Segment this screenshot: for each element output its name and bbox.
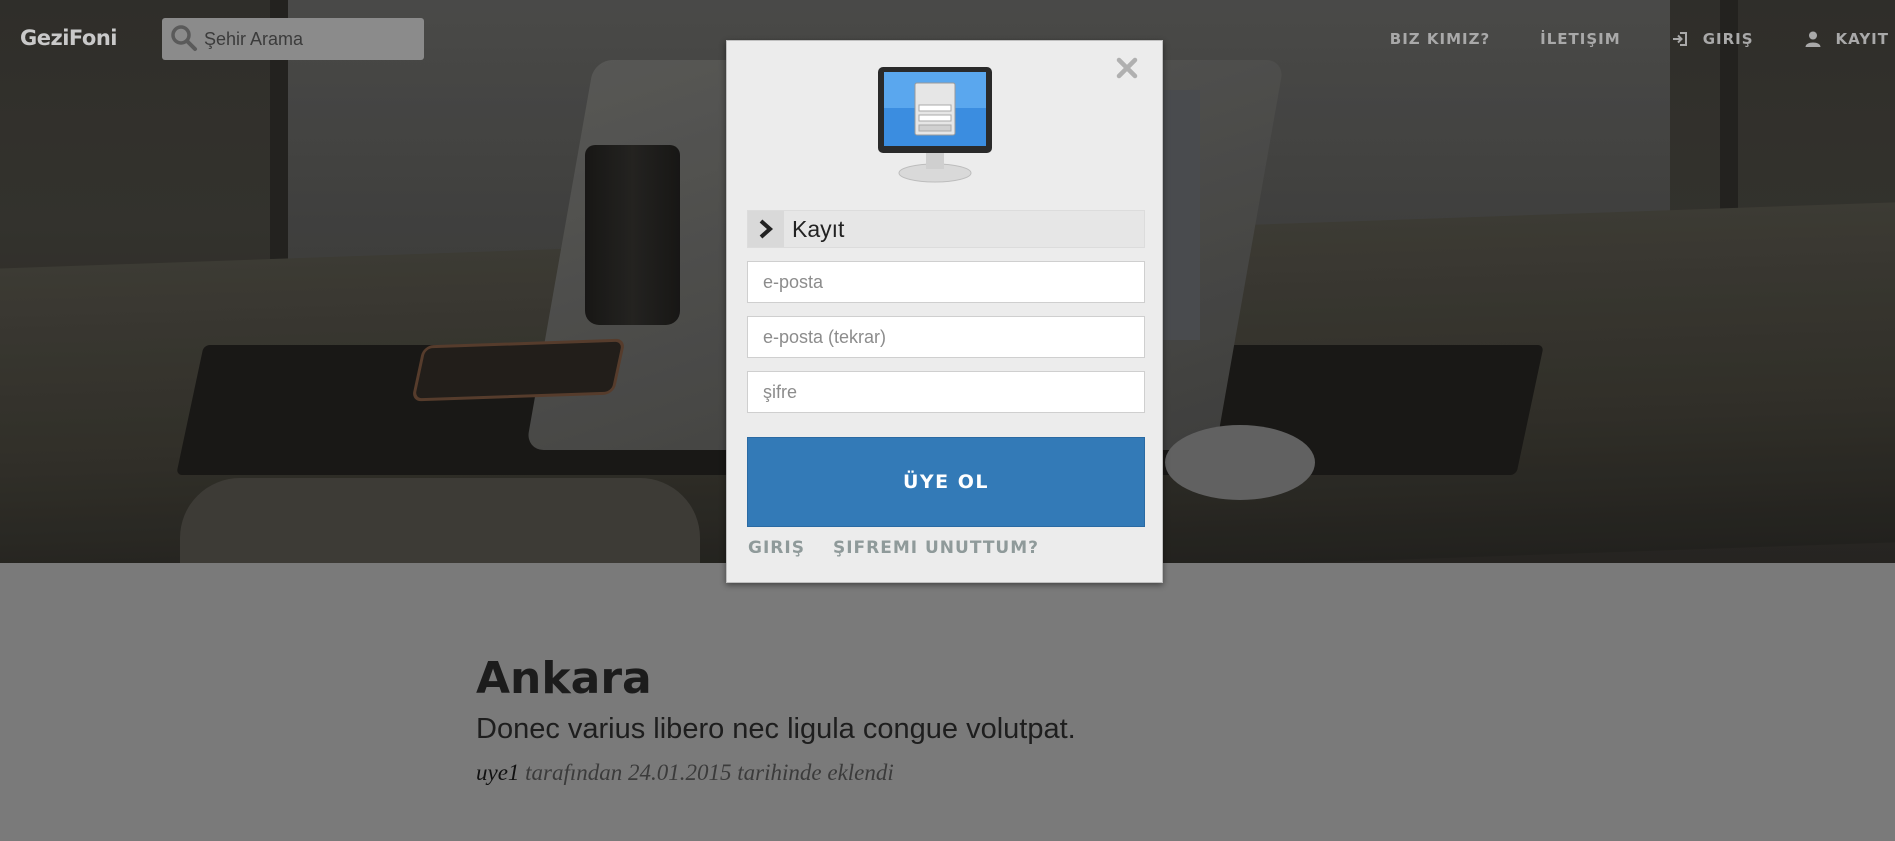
close-icon[interactable] xyxy=(1112,53,1142,83)
post-title: Ankara xyxy=(476,653,652,704)
post-meta: uye1 tarafından 24.01.2015 tarihinde ekl… xyxy=(476,760,1076,786)
email-field[interactable] xyxy=(747,261,1145,303)
nav-link-about[interactable]: BIZ KIMIZ? xyxy=(1390,30,1490,48)
section-title: Kayıt xyxy=(792,215,845,242)
city-search xyxy=(162,18,424,60)
nav-link-contact-label: İLETIŞIM xyxy=(1540,30,1621,48)
search-icon xyxy=(171,25,197,51)
password-field[interactable] xyxy=(747,371,1145,413)
login-link[interactable]: GIRIŞ xyxy=(748,538,805,558)
monitor-icon xyxy=(878,67,992,183)
sign-in-icon xyxy=(1672,32,1687,46)
nav-link-login-label: GIRIŞ xyxy=(1702,30,1754,48)
modal-links: GIRIŞ ŞIFREMI UNUTTUM? xyxy=(748,538,1067,558)
register-modal: Kayıt ÜYE OL GIRIŞ ŞIFREMI UNUTTUM? xyxy=(726,40,1163,583)
chevron-right-icon xyxy=(748,211,784,247)
post-meta-text: tarafından 24.01.2015 tarihinde eklendi xyxy=(525,760,894,786)
nav-link-register-label: KAYIT xyxy=(1835,30,1889,48)
nav-link-login[interactable]: GIRIŞ xyxy=(1671,30,1754,48)
email-repeat-field[interactable] xyxy=(747,316,1145,358)
nav-link-about-label: BIZ KIMIZ? xyxy=(1389,30,1491,48)
user-icon xyxy=(1805,31,1821,47)
post-header: Ankara Donec varius libero nec ligula co… xyxy=(476,653,1076,786)
post-author[interactable]: uye1 xyxy=(476,760,519,785)
post-subtitle: Donec varius libero nec ligula congue vo… xyxy=(476,713,1076,746)
nav-link-contact[interactable]: İLETIŞIM xyxy=(1540,30,1621,48)
forgot-password-link[interactable]: ŞIFREMI UNUTTUM? xyxy=(833,538,1039,558)
register-button[interactable]: ÜYE OL xyxy=(747,437,1145,527)
nav-links: BIZ KIMIZ? İLETIŞIM GIRIŞ KAYIT xyxy=(1340,30,1889,48)
search-input[interactable] xyxy=(204,18,416,60)
site-logo[interactable]: GeziFoni xyxy=(20,26,117,50)
section-header: Kayıt xyxy=(747,210,1145,248)
page: GeziFoni BIZ KIMIZ? İLETIŞIM GIRIŞ xyxy=(0,0,1895,841)
nav-link-register[interactable]: KAYIT xyxy=(1804,30,1889,48)
